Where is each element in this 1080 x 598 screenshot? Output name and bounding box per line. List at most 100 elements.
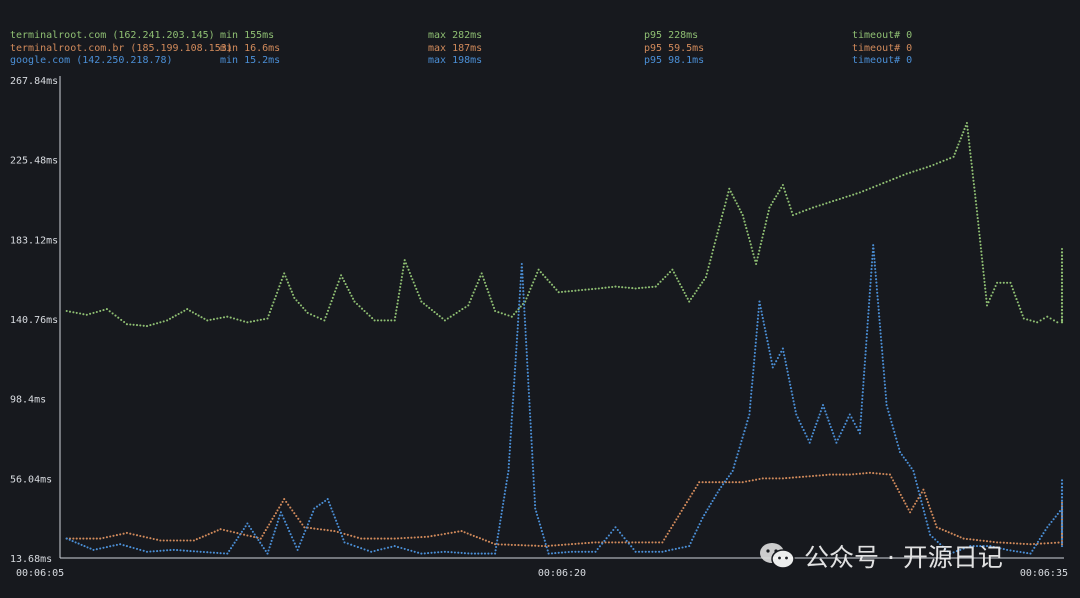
data-point	[714, 238, 717, 241]
data-point	[661, 550, 664, 553]
data-point	[594, 287, 597, 290]
data-point	[762, 229, 766, 232]
data-point	[512, 398, 515, 401]
data-point	[1010, 285, 1013, 288]
data-point	[528, 395, 531, 398]
data-point	[918, 493, 921, 496]
data-point	[502, 502, 505, 506]
data-point	[657, 283, 660, 286]
data-point	[909, 511, 912, 514]
data-point	[915, 483, 918, 486]
data-point	[564, 551, 567, 554]
data-point	[898, 451, 902, 454]
data-point	[290, 536, 294, 539]
data-point	[453, 551, 456, 554]
data-point	[972, 183, 975, 186]
data-point	[346, 542, 349, 545]
data-point	[330, 300, 333, 303]
data-point	[521, 269, 524, 272]
data-point	[815, 474, 818, 477]
data-point	[469, 297, 473, 301]
data-point	[353, 535, 356, 538]
data-point	[1049, 317, 1052, 320]
data-point	[684, 545, 687, 548]
data-point	[883, 383, 886, 386]
data-point	[805, 475, 808, 478]
data-point	[1046, 542, 1050, 545]
data-point	[475, 536, 478, 539]
data-point	[661, 278, 664, 281]
data-point	[206, 319, 209, 322]
data-point	[623, 537, 626, 540]
data-point	[879, 332, 882, 335]
data-point	[518, 293, 521, 296]
data-point	[403, 547, 406, 550]
data-point	[529, 425, 532, 429]
data-point	[117, 316, 120, 319]
data-point	[874, 267, 877, 271]
data-point	[858, 191, 861, 194]
data-point	[363, 537, 366, 540]
data-point	[761, 236, 764, 239]
data-point	[956, 146, 959, 149]
data-point	[634, 550, 637, 553]
data-point	[1029, 552, 1032, 555]
data-point	[229, 316, 232, 319]
data-point	[805, 209, 808, 212]
data-point	[82, 537, 85, 540]
data-point	[570, 543, 574, 546]
data-point	[704, 481, 707, 484]
data-point	[1060, 492, 1064, 495]
data-point	[1056, 321, 1059, 324]
data-point	[109, 535, 112, 538]
data-point	[1060, 482, 1064, 485]
data-point	[544, 276, 547, 279]
data-point	[766, 213, 769, 216]
data-point	[1060, 268, 1064, 271]
data-point	[503, 496, 506, 499]
data-point	[748, 406, 752, 409]
plot-area	[65, 121, 1064, 555]
data-point	[543, 539, 546, 542]
data-point	[491, 303, 494, 306]
data-point	[75, 537, 78, 540]
data-point	[541, 273, 545, 276]
data-point	[751, 379, 754, 382]
data-point	[584, 288, 587, 291]
data-point	[325, 312, 328, 316]
data-point	[708, 262, 711, 265]
data-point	[767, 346, 770, 349]
data-point	[329, 504, 332, 507]
y-axis-ticks: 267.84ms225.48ms183.12ms140.76ms98.4ms56…	[10, 76, 58, 565]
data-point	[869, 278, 872, 281]
data-point	[1060, 281, 1064, 284]
data-point	[396, 537, 400, 540]
data-point	[503, 493, 506, 496]
data-point	[860, 404, 863, 407]
data-point	[617, 285, 620, 288]
data-point	[758, 300, 761, 303]
data-point	[722, 208, 725, 211]
data-point	[990, 294, 993, 297]
data-point	[142, 324, 145, 327]
data-point	[513, 368, 517, 371]
data-point	[682, 506, 685, 510]
data-point	[186, 308, 189, 311]
data-point	[782, 187, 786, 190]
data-point	[337, 280, 340, 283]
data-point	[1060, 258, 1064, 261]
data-point	[732, 196, 735, 199]
data-point	[529, 415, 532, 418]
data-point	[971, 172, 974, 176]
data-point	[627, 542, 630, 545]
data-point	[861, 387, 865, 390]
data-point	[641, 550, 644, 553]
data-point	[689, 495, 692, 498]
data-point	[786, 197, 789, 200]
data-point	[504, 489, 507, 492]
data-point	[701, 281, 704, 284]
data-point	[260, 544, 264, 547]
data-point	[494, 549, 497, 552]
data-point	[1060, 530, 1064, 533]
data-point	[591, 288, 594, 291]
